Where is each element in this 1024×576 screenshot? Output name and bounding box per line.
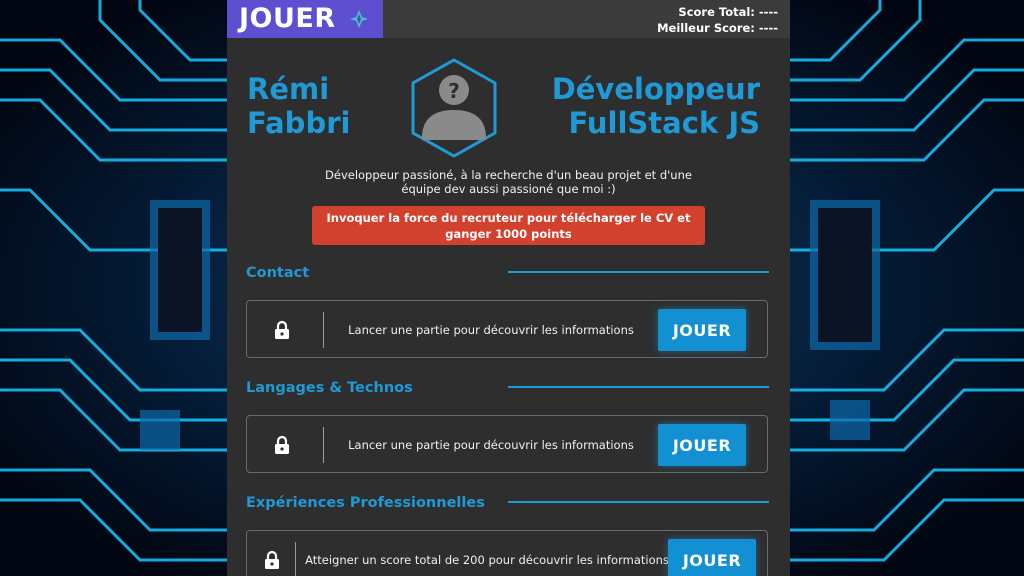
profile-description: Développeur passioné, à la recherche d'u… (325, 168, 692, 196)
locked-message: Atteigner un score total de 200 pour déc… (305, 553, 669, 567)
svg-text:?: ? (448, 79, 460, 103)
lock-icon (275, 435, 289, 454)
locked-card-contact: Lancer une partie pour découvrir les inf… (246, 300, 768, 358)
top-bar: JOUER Score Total: ---- Meilleur Score: … (227, 0, 790, 38)
locked-message: Lancer une partie pour découvrir les inf… (348, 323, 634, 337)
role-line-2: FullStack JS (568, 106, 760, 140)
card-divider (323, 427, 324, 463)
first-name: Rémi (247, 72, 330, 106)
score-display: Score Total: ---- Meilleur Score: ---- (657, 4, 778, 36)
play-game-tab[interactable]: JOUER (227, 0, 383, 38)
role-line-1: Développeur (551, 72, 760, 106)
play-button-experience[interactable]: JOUER (668, 539, 756, 576)
play-button-languages[interactable]: JOUER (658, 424, 746, 466)
locked-card-experience: Atteigner un score total de 200 pour déc… (246, 530, 768, 576)
unknown-user-hexagon-icon: ? (411, 58, 497, 158)
download-cv-button[interactable]: Invoquer la force du recruteur pour télé… (312, 206, 705, 245)
locked-card-languages: Lancer une partie pour découvrir les inf… (246, 415, 768, 473)
developer-role: Développeur FullStack JS (552, 72, 760, 140)
score-total: Score Total: ---- (678, 5, 778, 19)
section-divider (508, 386, 769, 388)
section-title-experience: Expériences Professionnelles (246, 495, 485, 511)
play-button-contact[interactable]: JOUER (658, 309, 746, 351)
spaceship-icon (350, 10, 368, 28)
locked-message: Lancer une partie pour découvrir les inf… (348, 438, 634, 452)
section-title-contact: Contact (246, 265, 310, 281)
best-score: Meilleur Score: ---- (657, 21, 778, 35)
lock-icon (265, 550, 279, 569)
card-divider (295, 542, 296, 576)
section-divider (508, 271, 769, 273)
play-tab-label: JOUER (239, 3, 336, 34)
lock-icon (275, 320, 289, 339)
section-title-languages: Langages & Technos (246, 380, 413, 396)
developer-name: Rémi Fabbri (247, 72, 350, 140)
card-divider (323, 312, 324, 348)
last-name: Fabbri (247, 106, 351, 140)
portfolio-panel: JOUER Score Total: ---- Meilleur Score: … (227, 0, 790, 576)
section-divider (508, 501, 769, 503)
